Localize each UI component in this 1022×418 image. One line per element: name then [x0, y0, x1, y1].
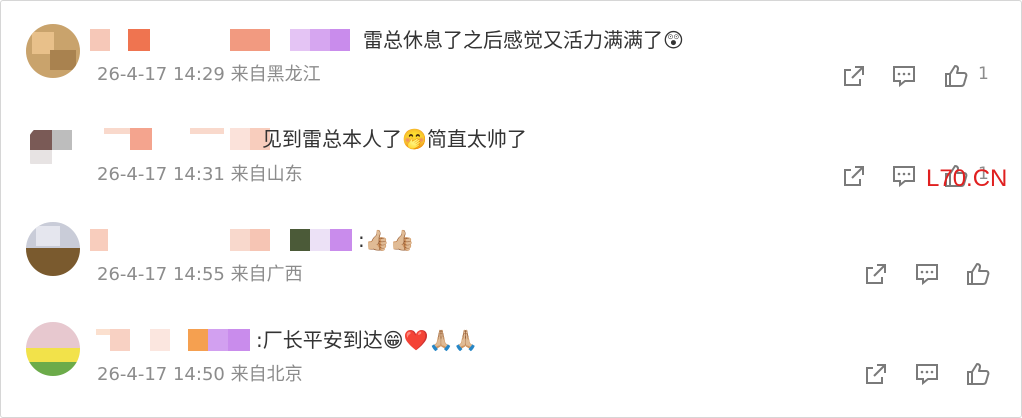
comment-text: 见到雷总本人了🤭简直太帅了	[262, 127, 527, 151]
comment-icon[interactable]	[890, 62, 918, 90]
comment-meta: 26-4-17 14:31 来自山东	[97, 164, 303, 186]
share-icon[interactable]	[840, 62, 868, 90]
comment-icon[interactable]	[913, 360, 941, 388]
hand-over-mouth-emoji: 🤭	[402, 127, 427, 151]
site-watermark: L70.CN	[926, 165, 1008, 192]
comment-text-content: :厂长平安到达	[256, 328, 383, 352]
comment-item: 见到雷总本人了🤭简直太帅了 26-4-17 14:31 来自山东 1	[0, 100, 1022, 196]
timestamp: 26-4-17 14:50	[97, 364, 225, 385]
comment-meta: 26-4-17 14:29 来自黑龙江	[97, 64, 321, 86]
comment-actions	[862, 360, 1002, 388]
comment-icon[interactable]	[890, 162, 918, 190]
comment-meta: 26-4-17 14:50 来自北京	[97, 364, 303, 386]
timestamp: 26-4-17 14:31	[97, 164, 225, 185]
comment-text-content-2: 简直太帅了	[426, 127, 527, 151]
like-icon[interactable]	[942, 62, 970, 90]
avatar[interactable]	[26, 222, 80, 276]
comment-item: 雷总休息了之后感觉又活力满满了😲 26-4-17 14:29 来自黑龙江 1	[0, 0, 1022, 96]
location: 来自北京	[230, 364, 303, 385]
thumbs-up-emoji: 👍🏼👍🏼	[364, 228, 415, 252]
comment-icon[interactable]	[913, 260, 941, 288]
location: 来自黑龙江	[230, 64, 321, 85]
comment-actions: 1	[840, 62, 1000, 90]
timestamp: 26-4-17 14:55	[97, 264, 225, 285]
share-icon[interactable]	[862, 260, 890, 288]
avatar[interactable]	[26, 24, 80, 78]
timestamp: 26-4-17 14:29	[97, 64, 225, 85]
like-icon[interactable]	[964, 360, 992, 388]
astonished-emoji: 😲	[663, 28, 684, 52]
comment-text: :👍🏼👍🏼	[358, 228, 415, 252]
avatar[interactable]	[26, 122, 80, 176]
avatar[interactable]	[26, 322, 80, 376]
grin-heart-pray-emoji: 😁❤️🙏🏼🙏🏼	[382, 328, 479, 352]
comment-item: :👍🏼👍🏼 26-4-17 14:55 来自广西	[0, 200, 1022, 296]
comment-text-content: :	[358, 228, 365, 252]
share-icon[interactable]	[862, 360, 890, 388]
location: 来自山东	[230, 164, 303, 185]
comment-meta: 26-4-17 14:55 来自广西	[97, 264, 303, 286]
like-icon[interactable]	[964, 260, 992, 288]
comment-actions	[862, 260, 1002, 288]
share-icon[interactable]	[840, 162, 868, 190]
comment-text: :厂长平安到达😁❤️🙏🏼🙏🏼	[256, 328, 478, 352]
comment-item: :厂长平安到达😁❤️🙏🏼🙏🏼 26-4-17 14:50 来自北京	[0, 300, 1022, 396]
location: 来自广西	[230, 264, 303, 285]
like-count: 1	[978, 64, 989, 84]
comment-text-content: 见到雷总本人了	[262, 127, 402, 151]
comment-text-content: 雷总休息了之后感觉又活力满满了	[363, 28, 663, 52]
comment-text: 雷总休息了之后感觉又活力满满了😲	[363, 28, 684, 52]
